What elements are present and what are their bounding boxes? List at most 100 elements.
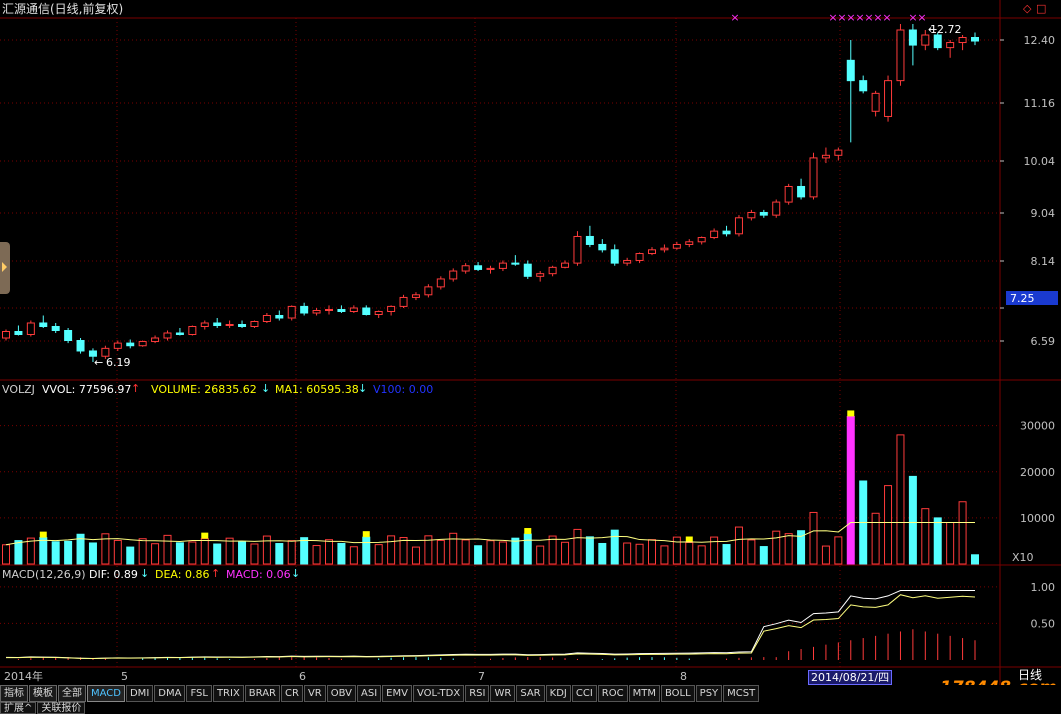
time-axis-label-year: 2014年 xyxy=(4,670,43,683)
tab-dmi[interactable]: DMI xyxy=(125,685,154,702)
candle-body xyxy=(275,315,284,319)
signal-marker: × xyxy=(828,11,837,24)
chart-stage[interactable]: 12.40 11.16 10.04 9.04 8.14 6.59 7.25 ← 12.72 ← 6… xyxy=(0,0,1061,714)
tab-全部[interactable]: 全部 xyxy=(58,685,86,702)
candle-body xyxy=(250,321,259,327)
candle-body xyxy=(14,331,23,335)
tab-asi[interactable]: ASI xyxy=(357,685,382,702)
side-panel-handle[interactable] xyxy=(0,242,10,294)
volume-bar xyxy=(387,535,396,565)
extra-tab-1[interactable]: 关联报价 xyxy=(37,702,86,714)
tab-指标[interactable]: 指标 xyxy=(0,685,28,702)
volume-bar xyxy=(113,539,122,565)
candle-body xyxy=(51,326,60,331)
time-axis-label-jul: 7 xyxy=(478,670,485,683)
volume-indicator-name[interactable]: VOLZJ xyxy=(2,383,35,396)
tab-trix[interactable]: TRIX xyxy=(212,685,244,702)
macd-indicator-name[interactable]: MACD(12,26,9) xyxy=(2,568,86,581)
volume-bar xyxy=(26,537,35,565)
candle-body xyxy=(536,273,545,277)
volume-bar xyxy=(821,545,830,565)
candle-body xyxy=(747,211,756,219)
diamond-icon[interactable]: ◇ xyxy=(1023,2,1031,15)
signal-marker: × xyxy=(864,11,873,24)
volume-top-marker xyxy=(201,532,209,539)
candle-body xyxy=(759,211,768,216)
tab-obv[interactable]: OBV xyxy=(326,685,356,702)
volume-bar xyxy=(896,434,905,565)
high-price-label: 12.72 xyxy=(930,23,962,36)
tab-rsi[interactable]: RSI xyxy=(465,685,490,702)
tab-vol-tdx[interactable]: VOL-TDX xyxy=(412,685,465,702)
candle-body xyxy=(884,80,893,117)
signal-marker: × xyxy=(917,11,926,24)
candle-body xyxy=(946,42,955,49)
indicator-tab-bar: 指标 模板 全部 MACD DMI DMA FSL TRIX BRAR CR VR OBV ASI EMV… xyxy=(0,685,1061,702)
volume-bar xyxy=(660,545,669,565)
tab-sar[interactable]: SAR xyxy=(516,685,545,702)
candle-body xyxy=(300,305,309,314)
volume-bar xyxy=(163,534,172,565)
signal-marker: × xyxy=(882,11,891,24)
volume-bar xyxy=(759,546,768,565)
signal-marker: × xyxy=(873,11,882,24)
tab-mtm[interactable]: MTM xyxy=(628,685,660,702)
tab-roc[interactable]: ROC xyxy=(597,685,628,702)
macd-dif-line xyxy=(5,590,975,660)
volume-bar xyxy=(648,539,656,565)
tab-emv[interactable]: EMV xyxy=(382,685,412,702)
volume-bar xyxy=(685,542,694,565)
candle-body xyxy=(672,243,681,249)
tab-mcst[interactable]: MCST xyxy=(723,685,760,702)
arrow-down-icon: ↓ xyxy=(140,567,150,580)
volume-top-marker xyxy=(847,410,855,417)
candle-body xyxy=(834,149,843,156)
tab-psy[interactable]: PSY xyxy=(695,685,723,702)
tab-brar[interactable]: BRAR xyxy=(244,685,280,702)
time-axis-label-may: 5 xyxy=(121,670,128,683)
volume-bar xyxy=(337,542,346,565)
tab-kdj[interactable]: KDJ xyxy=(545,685,571,702)
stock-chart-canvas[interactable]: 12.4011.1610.049.048.146.597.25← 12.72← 6… xyxy=(0,0,1061,685)
candle-body xyxy=(648,249,656,255)
candle-body xyxy=(399,296,408,307)
volume-bar xyxy=(325,539,333,565)
tab-cci[interactable]: CCI xyxy=(571,685,597,702)
current-price-label: 7.25 xyxy=(1010,292,1035,305)
tab-模板[interactable]: 模板 xyxy=(29,685,57,702)
candle-body xyxy=(821,154,830,159)
tab-fsl[interactable]: FSL xyxy=(186,685,212,702)
tab-boll[interactable]: BOLL xyxy=(660,685,695,702)
candle-body xyxy=(138,341,147,347)
candle-body xyxy=(474,265,483,270)
extra-tab-0[interactable]: 扩展^ xyxy=(0,702,37,714)
tab-cr[interactable]: CR xyxy=(281,685,303,702)
volume-bar xyxy=(175,542,184,565)
candle-body xyxy=(498,262,507,269)
volume-bar xyxy=(846,415,855,565)
volume-axis-label: 10000 xyxy=(1020,512,1055,525)
volume-bar xyxy=(213,543,222,565)
tab-vr[interactable]: VR xyxy=(303,685,326,702)
time-axis-label-jun: 6 xyxy=(299,670,306,683)
low-marker-arrow: ← xyxy=(94,356,103,369)
candle-body xyxy=(598,243,607,251)
volume-bar xyxy=(536,545,545,565)
time-axis-label-aug: 8 xyxy=(680,670,687,683)
candle-body xyxy=(238,324,247,327)
extra-tab-bar: 扩展^ 关联报价 xyxy=(0,702,86,714)
volume-bar xyxy=(474,545,483,565)
candle-body xyxy=(362,307,371,315)
volume-bar xyxy=(436,539,445,565)
candle-body xyxy=(685,241,694,245)
tab-macd[interactable]: MACD xyxy=(87,685,125,702)
candle-body xyxy=(859,80,868,92)
candle-body xyxy=(585,235,594,245)
candle-body xyxy=(573,235,582,264)
square-icon[interactable]: □ xyxy=(1036,2,1046,15)
tab-dma[interactable]: DMA xyxy=(154,685,186,702)
tab-wr[interactable]: WR xyxy=(490,685,516,702)
vvol-value: VVOL: 77596.97 xyxy=(42,383,132,396)
signal-marker: × xyxy=(837,11,846,24)
candle-body xyxy=(896,29,905,82)
